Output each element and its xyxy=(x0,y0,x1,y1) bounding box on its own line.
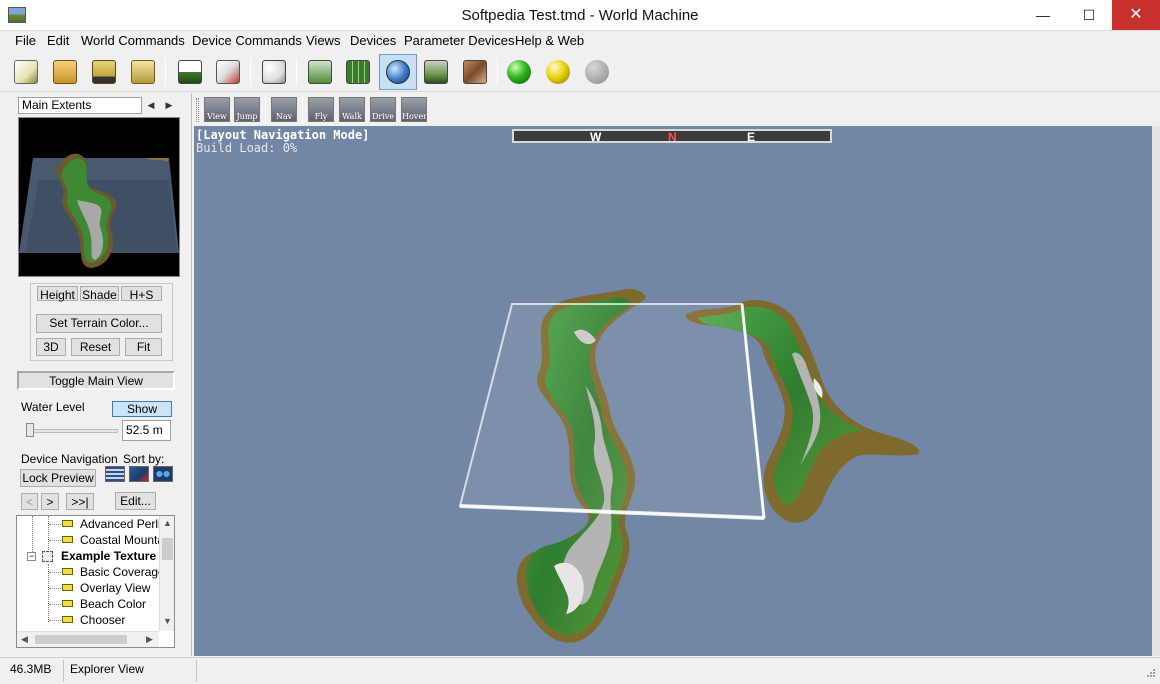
status-yellow-icon[interactable] xyxy=(542,56,574,88)
menu-device-commands[interactable]: Device Commands xyxy=(192,33,302,48)
tree-group[interactable]: − Example Texture xyxy=(17,548,157,564)
build-settings-icon[interactable] xyxy=(212,56,244,88)
title-bar: Softpedia Test.tmd - World Machine — ☐ ✕ xyxy=(0,0,1160,31)
water-level-input[interactable]: 52.5 m xyxy=(122,420,171,441)
3d-viewport[interactable]: [Layout Navigation Mode] Build Load: 0% … xyxy=(194,126,1152,656)
set-terrain-color-button[interactable]: Set Terrain Color... xyxy=(36,314,162,333)
device-navigation-label: Device Navigation xyxy=(21,452,118,466)
menu-world-commands[interactable]: World Commands xyxy=(81,33,185,48)
menu-help-web[interactable]: Help & Web xyxy=(515,33,584,48)
hover-mode-button[interactable]: Hover xyxy=(401,97,427,122)
extents-next-arrow-icon[interactable]: ▶ xyxy=(161,97,177,114)
view-mode-button[interactable]: View xyxy=(204,97,230,122)
nav-next-button[interactable]: > xyxy=(41,493,59,510)
menu-bar: File Edit World Commands Device Commands… xyxy=(0,31,1160,51)
menu-edit[interactable]: Edit xyxy=(47,33,69,48)
scroll-left-icon[interactable]: ◀ xyxy=(17,632,32,647)
tree-horizontal-scrollbar[interactable]: ◀ ▶ xyxy=(17,631,159,647)
left-panel: Main Extents ◀ ▶ Height Shade H+S Set Te… xyxy=(0,93,192,656)
navigation-mode-label: [Layout Navigation Mode] xyxy=(196,128,370,142)
toggle-main-view-button[interactable]: Toggle Main View xyxy=(17,371,175,390)
3d-preview-globe-icon[interactable] xyxy=(379,54,417,90)
lock-preview-button[interactable]: Lock Preview xyxy=(20,469,96,487)
save-disk-icon[interactable] xyxy=(88,56,120,88)
sort-by-label: Sort by: xyxy=(123,452,165,466)
device-view-icon[interactable] xyxy=(304,56,336,88)
water-level-slider-thumb[interactable] xyxy=(26,423,34,437)
device-tree[interactable]: Advanced Perlin Coastal Mountain − Examp… xyxy=(16,515,175,648)
status-gray-icon[interactable] xyxy=(581,56,613,88)
edit-button[interactable]: Edit... xyxy=(115,492,156,510)
mini-preview[interactable] xyxy=(18,117,180,277)
nav-mode-button[interactable]: Nav xyxy=(271,97,297,122)
close-button[interactable]: ✕ xyxy=(1112,0,1160,30)
water-level-slider-track[interactable] xyxy=(26,429,118,433)
nav-last-button[interactable]: >>| xyxy=(66,493,94,510)
reset-button[interactable]: Reset xyxy=(71,338,120,356)
status-bar: 46.3MB Explorer View xyxy=(0,657,1160,684)
view-toolbar: View Jump Nav Fly Walk Drive Hover xyxy=(194,93,1160,126)
memory-usage: 46.3MB xyxy=(10,662,52,676)
scroll-right-icon[interactable]: ▶ xyxy=(142,632,157,647)
minimize-button[interactable]: — xyxy=(1020,0,1066,30)
tree-item[interactable]: Advanced Perlin xyxy=(17,516,167,532)
menu-parameter-devices[interactable]: Parameter Devices xyxy=(404,33,515,48)
sort-list-icon[interactable] xyxy=(105,466,125,482)
scroll-up-icon[interactable]: ▲ xyxy=(160,516,174,531)
menu-file[interactable]: File xyxy=(15,33,36,48)
status-green-icon[interactable] xyxy=(503,56,535,88)
export-icon[interactable] xyxy=(127,56,159,88)
height-button[interactable]: Height xyxy=(37,286,78,302)
maximize-button[interactable]: ☐ xyxy=(1066,0,1112,30)
open-folder-icon[interactable] xyxy=(49,56,81,88)
build-icon[interactable] xyxy=(174,56,206,88)
compass-west: W xyxy=(590,130,602,144)
build-load-label: Build Load: 0% xyxy=(196,141,298,155)
tree-item[interactable]: Coastal Mountain xyxy=(17,532,173,548)
tree-item[interactable]: Chooser xyxy=(17,612,157,628)
tree-item[interactable]: Beach Color xyxy=(17,596,157,612)
scroll-down-icon[interactable]: ▼ xyxy=(160,614,174,629)
sort-graph-icon[interactable] xyxy=(153,466,173,482)
drive-mode-button[interactable]: Drive xyxy=(370,97,396,122)
window-title: Softpedia Test.tmd - World Machine xyxy=(461,7,699,24)
layout-grid-icon[interactable] xyxy=(342,56,374,88)
fly-mode-button[interactable]: Fly xyxy=(308,97,334,122)
fit-button[interactable]: Fit xyxy=(125,338,162,356)
compass-north: N xyxy=(668,130,677,144)
walk-mode-button[interactable]: Walk xyxy=(339,97,365,122)
menu-views[interactable]: Views xyxy=(306,33,340,48)
water-level-label: Water Level xyxy=(21,400,85,414)
tree-item[interactable]: Overlay View xyxy=(17,580,157,596)
current-view-label: Explorer View xyxy=(70,662,144,676)
texture-icon[interactable] xyxy=(459,56,491,88)
extents-prev-arrow-icon[interactable]: ◀ xyxy=(143,97,159,114)
menu-devices[interactable]: Devices xyxy=(350,33,396,48)
random-seed-dice-icon[interactable] xyxy=(258,56,290,88)
terrain-icon[interactable] xyxy=(420,56,452,88)
tree-hscroll-thumb[interactable] xyxy=(35,635,127,644)
tree-item[interactable]: Basic Coverage xyxy=(17,564,165,580)
compass-east: E xyxy=(747,130,756,144)
resize-grip-icon[interactable] xyxy=(1144,668,1156,680)
shade-button[interactable]: Shade xyxy=(80,286,119,302)
mini-preview-terrain xyxy=(19,153,179,268)
extents-selector[interactable]: Main Extents xyxy=(18,97,142,114)
new-file-icon[interactable] xyxy=(10,56,42,88)
tree-scroll-thumb[interactable] xyxy=(162,538,173,560)
hs-button[interactable]: H+S xyxy=(121,286,162,302)
show-water-button[interactable]: Show xyxy=(112,401,172,417)
tree-vertical-scrollbar[interactable]: ▲ ▼ xyxy=(159,516,174,631)
main-toolbar xyxy=(0,52,1160,92)
jump-mode-button[interactable]: Jump xyxy=(234,97,260,122)
viewport-scrollbar[interactable] xyxy=(1152,126,1160,656)
compass-bar: W N E xyxy=(512,129,832,144)
3d-button[interactable]: 3D xyxy=(36,338,66,356)
sort-type-icon[interactable] xyxy=(129,466,149,482)
nav-first-button[interactable]: < xyxy=(21,493,38,510)
terrain-render xyxy=(458,288,920,643)
